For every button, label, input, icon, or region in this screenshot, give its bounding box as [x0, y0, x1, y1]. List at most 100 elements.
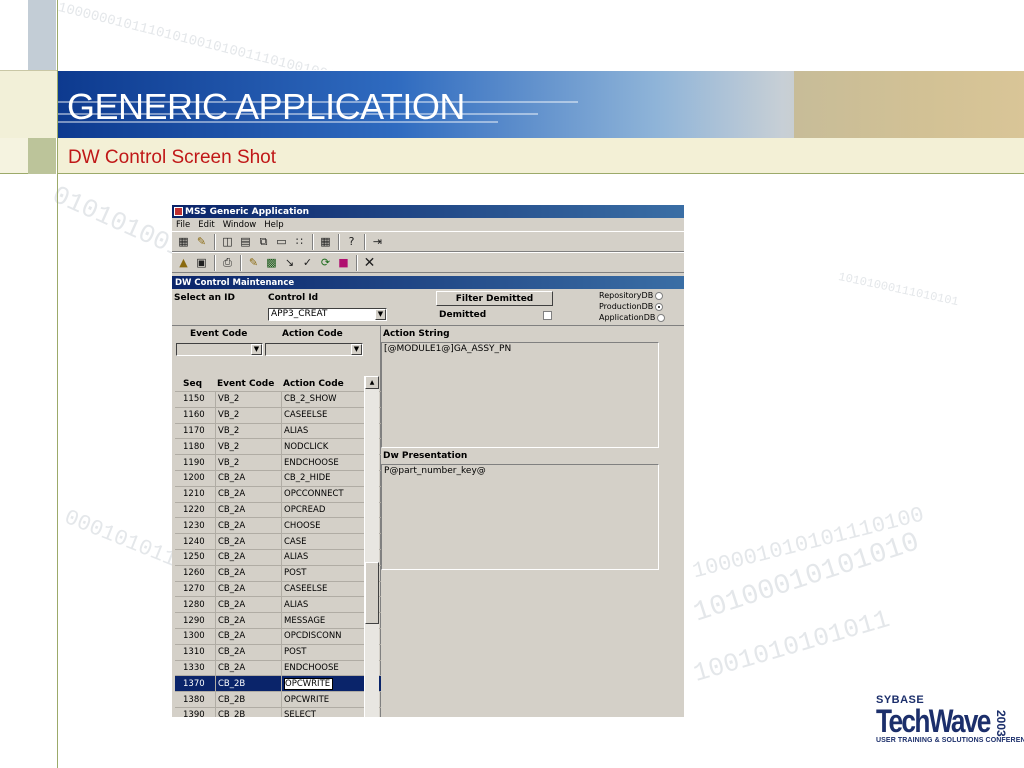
insert-icon[interactable]: ▩	[263, 254, 280, 271]
cell-event-code[interactable]: CB_2A	[215, 613, 281, 628]
close-icon[interactable]: ✕	[361, 254, 378, 271]
column-header-action-code[interactable]: Action Code	[281, 376, 363, 391]
cell-action-code[interactable]: SELECT	[281, 707, 363, 717]
cell-event-code[interactable]: CB_2A	[215, 486, 281, 502]
rows-icon[interactable]: ▤	[237, 233, 254, 250]
window-icon[interactable]: ▭	[273, 233, 290, 250]
menu-file[interactable]: File	[172, 220, 194, 230]
cell-seq[interactable]: 1370	[175, 679, 215, 689]
table-icon[interactable]: ▦	[317, 233, 334, 250]
cell-seq[interactable]: 1180	[175, 442, 215, 452]
cell-seq[interactable]: 1210	[175, 489, 215, 499]
print-icon[interactable]: ⎙	[219, 254, 236, 271]
cell-action-code[interactable]: ENDCHOOSE	[281, 455, 363, 470]
table-row[interactable]: 1330 CB_2A ENDCHOOSE	[175, 659, 381, 676]
cell-event-code[interactable]: CB_2A	[215, 502, 281, 518]
table-row[interactable]: 1230 CB_2A CHOOSE	[175, 517, 381, 534]
chevron-down-icon[interactable]: ▼	[251, 344, 262, 355]
table-row[interactable]: 1150 VB_2 CB_2_SHOW	[175, 391, 381, 407]
radio-button[interactable]	[655, 291, 664, 300]
menu-help[interactable]: Help	[260, 220, 287, 230]
cell-action-code[interactable]: CB_2_SHOW	[281, 392, 363, 407]
cell-seq[interactable]: 1230	[175, 521, 215, 531]
cell-action-code[interactable]: OPCDISCONN	[281, 628, 363, 644]
radio-button[interactable]	[655, 302, 664, 311]
menu-edit[interactable]: Edit	[194, 220, 218, 230]
delete-icon[interactable]: ↘	[281, 254, 298, 271]
cell-action-code[interactable]: POST	[281, 644, 363, 660]
table-row[interactable]: 1180 VB_2 NODCLICK	[175, 438, 381, 455]
cell-seq[interactable]: 1290	[175, 616, 215, 626]
table-row[interactable]: 1250 CB_2A ALIAS	[175, 548, 381, 565]
column-header-seq[interactable]: Seq	[175, 379, 215, 389]
cell-seq[interactable]: 1150	[175, 394, 215, 404]
table-row[interactable]: 1390 CB_2B SELECT	[175, 706, 381, 717]
table-row[interactable]: 1210 CB_2A OPCCONNECT	[175, 485, 381, 502]
menu-window[interactable]: Window	[219, 220, 261, 230]
cell-event-code[interactable]: VB_2	[215, 423, 281, 439]
refresh-icon[interactable]: ⟳	[317, 254, 334, 271]
cell-seq[interactable]: 1390	[175, 710, 215, 717]
radio-button[interactable]	[657, 313, 666, 322]
dw-presentation-field[interactable]: P@part_number_key@	[381, 464, 659, 570]
cell-action-code[interactable]: CASE	[281, 534, 363, 549]
event-code-dropdown[interactable]: ▼	[176, 343, 263, 356]
cell-event-code[interactable]: CB_2A	[215, 628, 281, 644]
cell-event-code[interactable]: CB_2A	[215, 518, 281, 534]
cell-seq[interactable]: 1240	[175, 537, 215, 547]
cell-seq[interactable]: 1260	[175, 568, 215, 578]
child-window-titlebar[interactable]: DW Control Maintenance	[172, 276, 684, 289]
tools-icon[interactable]: ✓	[299, 254, 316, 271]
demitted-checkbox[interactable]	[543, 311, 552, 320]
cell-event-code[interactable]: CB_2A	[215, 644, 281, 660]
cell-seq[interactable]: 1280	[175, 600, 215, 610]
cell-event-code[interactable]: CB_2B	[215, 707, 281, 717]
cell-action-code[interactable]: CHOOSE	[281, 518, 363, 534]
action-code-dropdown[interactable]: ▼	[265, 343, 363, 356]
cell-event-code[interactable]: VB_2	[215, 455, 281, 470]
cell-action-code[interactable]: CASEELSE	[281, 407, 363, 423]
cell-action-code[interactable]: NODCLICK	[281, 439, 363, 455]
cell-action-code[interactable]: ALIAS	[281, 597, 363, 613]
table-row[interactable]: 1270 CB_2A CASEELSE	[175, 580, 381, 597]
radio-repository-db[interactable]: RepositoryDB	[599, 291, 664, 300]
table-row[interactable]: 1190 VB_2 ENDCHOOSE	[175, 454, 381, 470]
cell-seq[interactable]: 1220	[175, 505, 215, 515]
scroll-up-icon[interactable]: ▲	[365, 376, 379, 389]
chevron-down-icon[interactable]: ▼	[375, 309, 386, 320]
properties-icon[interactable]: ▦	[175, 233, 192, 250]
cell-seq[interactable]: 1250	[175, 552, 215, 562]
cell-seq[interactable]: 1200	[175, 473, 215, 483]
cell-action-code[interactable]: ENDCHOOSE	[281, 660, 363, 676]
cell-event-code[interactable]: VB_2	[215, 407, 281, 423]
radio-production-db[interactable]: ProductionDB	[599, 302, 664, 311]
edit-icon[interactable]: ✎	[193, 233, 210, 250]
table-row[interactable]: 1200 CB_2A CB_2_HIDE	[175, 469, 381, 486]
cell-event-code[interactable]: CB_2B	[215, 676, 281, 692]
table-row[interactable]: 1380 CB_2B OPCWRITE	[175, 691, 381, 707]
cell-seq[interactable]: 1160	[175, 410, 215, 420]
filter-demitted-button[interactable]: Filter Demitted	[436, 291, 553, 306]
cell-seq[interactable]: 1380	[175, 695, 215, 705]
table-row[interactable]: 1300 CB_2A OPCDISCONN	[175, 627, 381, 644]
columns-icon[interactable]: ◫	[219, 233, 236, 250]
save-icon[interactable]: ▣	[193, 254, 210, 271]
table-row[interactable]: 1220 CB_2A OPCREAD	[175, 501, 381, 518]
table-row[interactable]: 1370 CB_2B OPCWRITE	[175, 675, 381, 692]
help-icon[interactable]: ?	[343, 233, 360, 250]
cell-event-code[interactable]: CB_2A	[215, 470, 281, 486]
cell-seq[interactable]: 1170	[175, 426, 215, 436]
radio-application-db[interactable]: ApplicationDB	[599, 313, 666, 322]
table-row[interactable]: 1240 CB_2A CASE	[175, 533, 381, 549]
exit-icon[interactable]: ⇥	[369, 233, 386, 250]
cell-event-code[interactable]: CB_2B	[215, 692, 281, 707]
cell-seq[interactable]: 1300	[175, 631, 215, 641]
cell-action-code[interactable]: CB_2_HIDE	[281, 470, 363, 486]
cell-event-code[interactable]: CB_2A	[215, 597, 281, 613]
retrieve-icon[interactable]: ▲	[175, 254, 192, 271]
cell-seq[interactable]: 1190	[175, 458, 215, 468]
new-icon[interactable]: ✎	[245, 254, 262, 271]
column-header-event-code[interactable]: Event Code	[215, 376, 281, 391]
cell-action-code[interactable]: OPCWRITE	[281, 692, 363, 707]
table-row[interactable]: 1280 CB_2A ALIAS	[175, 596, 381, 613]
